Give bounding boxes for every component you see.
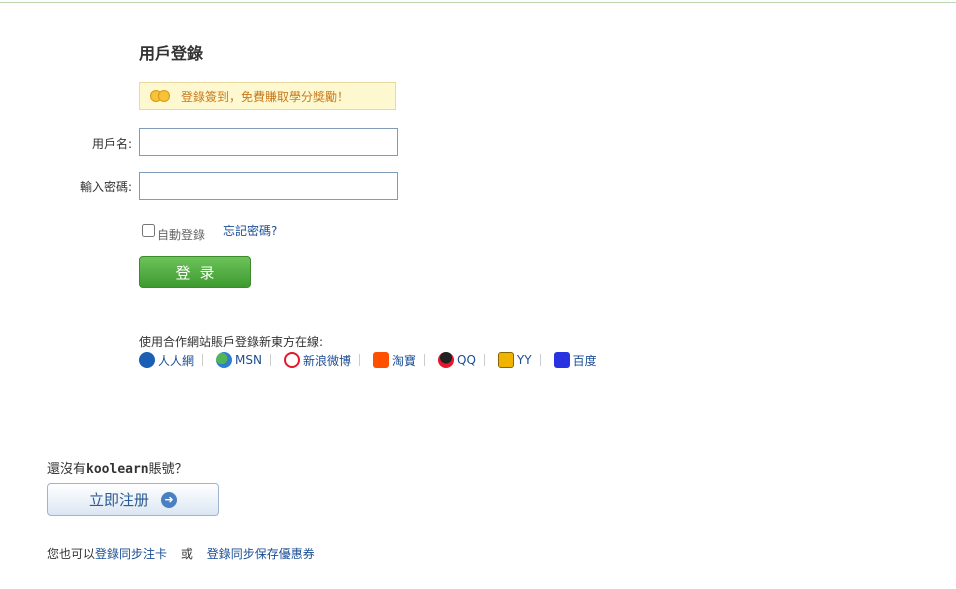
- partner-label: YY: [516, 353, 532, 367]
- partner-yy[interactable]: YY: [497, 352, 532, 368]
- partner-renren[interactable]: 人人網: [139, 352, 194, 369]
- qq-icon: [438, 352, 454, 368]
- question-suffix: 賬號？: [148, 462, 188, 477]
- partner-weibo[interactable]: 新浪微博: [283, 352, 351, 369]
- footer-links: 您也可以登錄同步注卡 或 登錄同步保存優惠券: [47, 545, 315, 562]
- password-input[interactable]: [139, 172, 398, 200]
- taobao-icon: [372, 352, 389, 368]
- baidu-icon: [553, 352, 570, 368]
- weibo-icon: [283, 352, 300, 368]
- partner-label: 新浪微博: [302, 353, 351, 368]
- partner-taobao[interactable]: 淘寶: [372, 352, 416, 369]
- password-label: 輸入密碼:: [79, 180, 132, 194]
- top-divider: [0, 2, 956, 3]
- partner-login-title: 使用合作網站賬戶登錄新東方在線:: [139, 335, 324, 349]
- renren-icon: [139, 352, 155, 368]
- partner-label: 人人網: [158, 353, 195, 368]
- divider: [358, 354, 360, 366]
- username-label: 用戶名:: [91, 137, 132, 151]
- partner-label: QQ: [457, 353, 476, 367]
- username-input[interactable]: [139, 128, 398, 156]
- brand-name: koolearn: [86, 462, 149, 477]
- msn-icon: [216, 352, 233, 368]
- remember-label: 自動登錄: [157, 228, 206, 242]
- question-prefix: 還沒有: [47, 462, 87, 477]
- partner-label: 百度: [572, 353, 597, 368]
- coins-icon: [150, 89, 172, 103]
- register-question: 還沒有koolearn賬號？: [47, 458, 188, 477]
- partner-label: 淘寶: [391, 353, 416, 368]
- partner-msn[interactable]: MSN: [216, 352, 262, 368]
- divider: [269, 354, 271, 366]
- register-button[interactable]: 立即注册 ➜: [47, 483, 219, 516]
- partner-baidu[interactable]: 百度: [553, 352, 597, 369]
- partner-qq[interactable]: QQ: [438, 352, 476, 368]
- remember-checkbox[interactable]: [142, 224, 155, 237]
- login-button[interactable]: 登录: [139, 256, 251, 288]
- footer-prefix: 您也可以: [47, 547, 96, 561]
- divider: [424, 354, 425, 366]
- notice-text: 登錄簽到，免費賺取學分獎勵！: [181, 89, 350, 104]
- partner-label: MSN: [235, 353, 262, 367]
- register-button-label: 立即注册: [88, 491, 149, 509]
- sync-coupon-link[interactable]: 登錄同步保存優惠券: [207, 547, 315, 561]
- remember-me: 自動登錄: [142, 218, 205, 243]
- checkin-notice: 登錄簽到，免費賺取學分獎勵！: [139, 82, 396, 110]
- divider: [539, 354, 541, 366]
- divider: [202, 354, 204, 366]
- forgot-password-link[interactable]: 忘記密碼?: [223, 222, 277, 239]
- sync-card-link[interactable]: 登錄同步注卡: [95, 547, 167, 561]
- arrow-right-icon: ➜: [161, 491, 177, 508]
- partner-login-list: 人人網 MSN 新浪微博 淘寶 QQ YY 百度: [139, 351, 597, 369]
- yy-icon: [497, 352, 514, 368]
- footer-or: 或: [180, 547, 193, 561]
- divider: [483, 354, 485, 366]
- page-title: 用戶登錄: [139, 44, 204, 63]
